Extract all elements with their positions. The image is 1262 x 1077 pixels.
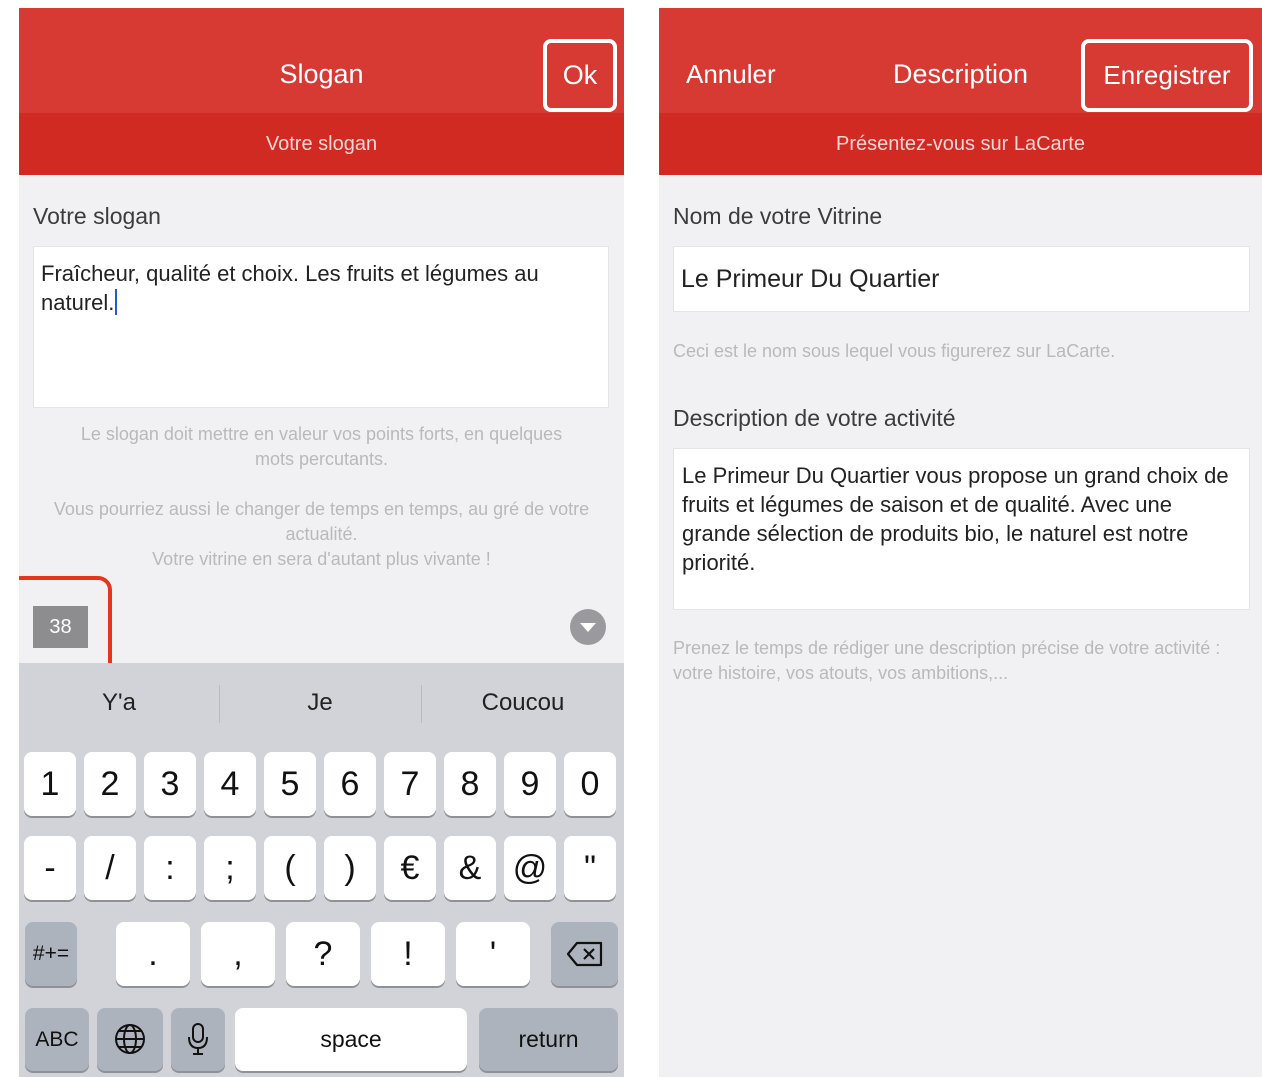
- backspace-icon: [566, 941, 602, 967]
- symbol-key[interactable]: ;: [204, 836, 256, 900]
- more-symbols-key[interactable]: #+=: [25, 922, 77, 986]
- keyboard: Y'a Je Coucou 1234567890 - /:;() € & @ " #+= …: [19, 663, 624, 1077]
- slogan-help-3: Votre vitrine en sera d'autant plus viva…: [152, 549, 491, 569]
- globe-icon: [115, 1024, 145, 1054]
- symbol-key[interactable]: @: [504, 836, 556, 900]
- shop-name-input[interactable]: Le Primeur Du Quartier: [673, 246, 1250, 312]
- globe-key[interactable]: [97, 1008, 163, 1071]
- symbol-key[interactable]: /: [84, 836, 136, 900]
- symbol-key[interactable]: ": [564, 836, 616, 900]
- description-screen: Annuler Description Enregistrer Présente…: [659, 8, 1262, 1077]
- page-subtitle: Présentez-vous sur LaCarte: [659, 113, 1262, 175]
- number-key[interactable]: 2: [84, 752, 136, 816]
- number-key[interactable]: 9: [504, 752, 556, 816]
- space-key[interactable]: space: [235, 1008, 467, 1071]
- chevron-down-circle-icon[interactable]: [570, 609, 606, 645]
- symbol-key[interactable]: €: [384, 836, 436, 900]
- number-key[interactable]: 6: [324, 752, 376, 816]
- punctuation-key[interactable]: ,: [201, 922, 275, 986]
- text-cursor: [115, 289, 118, 315]
- punctuation-key[interactable]: ?: [286, 922, 360, 986]
- slogan-input[interactable]: Fraîcheur, qualité et choix. Les fruits …: [33, 246, 609, 408]
- number-key[interactable]: 3: [144, 752, 196, 816]
- symbol-key[interactable]: &: [444, 836, 496, 900]
- description-input[interactable]: Le Primeur Du Quartier vous propose un g…: [673, 448, 1250, 610]
- number-key[interactable]: 0: [564, 752, 616, 816]
- number-key[interactable]: 8: [444, 752, 496, 816]
- slogan-help-2: Vous pourriez aussi le changer de temps …: [53, 499, 590, 544]
- return-key[interactable]: return: [479, 1008, 618, 1071]
- symbol-key[interactable]: -: [24, 836, 76, 900]
- slogan-screen: Slogan Ok Votre slogan Votre slogan Fraî…: [19, 8, 624, 1077]
- description-help: Prenez le temps de rédiger une descripti…: [673, 638, 1221, 683]
- shop-name-help: Ceci est le nom sous lequel vous figurer…: [673, 341, 1116, 361]
- abc-key[interactable]: ABC: [25, 1008, 89, 1071]
- slogan-help-1: Le slogan doit mettre en valeur vos poin…: [80, 424, 563, 469]
- number-key[interactable]: 5: [264, 752, 316, 816]
- description-label: Description de votre activité: [673, 405, 956, 431]
- backspace-key[interactable]: [551, 922, 618, 986]
- number-key[interactable]: 4: [204, 752, 256, 816]
- page-subtitle: Votre slogan: [19, 113, 624, 175]
- navigation-bar: Annuler Description Enregistrer: [659, 8, 1262, 113]
- microphone-key[interactable]: [171, 1008, 225, 1071]
- ok-button[interactable]: Ok: [543, 39, 617, 112]
- microphone-icon: [188, 1023, 208, 1055]
- number-key[interactable]: 7: [384, 752, 436, 816]
- description-value: Le Primeur Du Quartier vous propose un g…: [682, 463, 1229, 575]
- save-button[interactable]: Enregistrer: [1081, 39, 1253, 112]
- suggestion-3[interactable]: Coucou: [422, 663, 624, 743]
- symbol-key[interactable]: :: [144, 836, 196, 900]
- punctuation-key[interactable]: ': [456, 922, 530, 986]
- shop-name-label: Nom de votre Vitrine: [673, 203, 883, 229]
- punctuation-key[interactable]: .: [116, 922, 190, 986]
- suggestion-1[interactable]: Y'a: [19, 663, 219, 743]
- symbol-key[interactable]: (: [264, 836, 316, 900]
- slogan-label: Votre slogan: [33, 203, 161, 229]
- suggestion-2[interactable]: Je: [220, 663, 420, 743]
- shop-name-value: Le Primeur Du Quartier: [681, 265, 940, 293]
- navigation-bar: Slogan Ok: [19, 8, 624, 113]
- page-title: Slogan: [279, 59, 364, 89]
- number-key[interactable]: 1: [24, 752, 76, 816]
- punctuation-key[interactable]: !: [371, 922, 445, 986]
- symbol-key[interactable]: ): [324, 836, 376, 900]
